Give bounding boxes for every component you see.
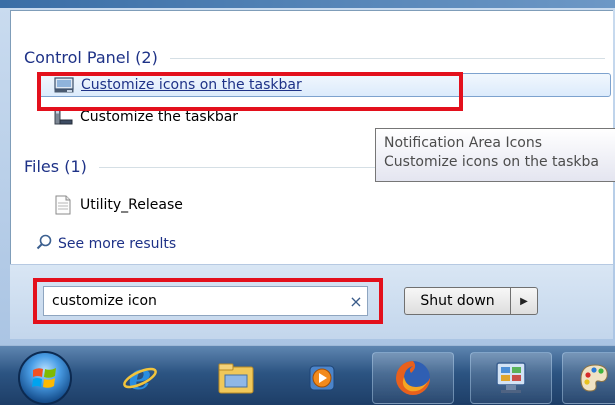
search-input[interactable] bbox=[44, 287, 345, 315]
control-panel-icon bbox=[496, 362, 526, 393]
result-utility-release[interactable]: Utility_Release bbox=[36, 193, 183, 217]
clear-search-icon[interactable]: × bbox=[345, 292, 367, 311]
magnifier-icon bbox=[36, 234, 52, 254]
shutdown-options-arrow-icon[interactable]: ▶ bbox=[510, 287, 538, 315]
taskbar-control-panel[interactable] bbox=[470, 352, 552, 404]
taskbar-settings-icon bbox=[52, 107, 74, 127]
result-label: Customize the taskbar bbox=[80, 109, 239, 125]
taskbar-paint[interactable] bbox=[562, 352, 615, 404]
svg-text:e: e bbox=[129, 358, 152, 398]
tooltip-title: Notification Area Icons bbox=[384, 135, 543, 151]
taskbar-firefox[interactable] bbox=[372, 352, 454, 404]
notification-area-icon bbox=[53, 75, 75, 95]
taskbar-internet-explorer[interactable]: e bbox=[108, 352, 172, 404]
windows-start-orb[interactable] bbox=[18, 351, 72, 405]
tooltip-description: Customize icons on the taskba bbox=[384, 154, 599, 170]
group-title: Control Panel (2) bbox=[24, 47, 158, 67]
see-more-label: See more results bbox=[58, 236, 177, 252]
text-file-icon bbox=[52, 195, 74, 215]
group-header-control-panel: Control Panel (2) bbox=[24, 46, 605, 68]
windows-logo-icon bbox=[32, 368, 56, 388]
internet-explorer-icon: e bbox=[123, 358, 157, 398]
firefox-icon bbox=[396, 361, 430, 395]
shutdown-control: Shut down ▶ bbox=[404, 287, 538, 315]
result-customize-the-taskbar[interactable]: Customize the taskbar bbox=[36, 105, 238, 129]
group-divider bbox=[169, 57, 605, 59]
shutdown-button[interactable]: Shut down bbox=[404, 287, 510, 315]
result-label: Utility_Release bbox=[80, 197, 183, 213]
result-customize-icons-on-taskbar[interactable]: Customize icons on the taskbar bbox=[38, 73, 611, 97]
media-player-icon bbox=[309, 365, 335, 391]
result-label: Customize icons on the taskbar bbox=[81, 77, 302, 93]
tooltip: Notification Area Icons Customize icons … bbox=[375, 128, 615, 182]
taskbar-media-player[interactable] bbox=[290, 352, 354, 404]
taskbar-windows-explorer[interactable] bbox=[204, 352, 268, 404]
group-title: Files (1) bbox=[24, 156, 87, 176]
windows-explorer-icon bbox=[218, 363, 254, 394]
see-more-results-link[interactable]: See more results bbox=[36, 233, 176, 255]
paint-icon bbox=[580, 364, 608, 392]
start-search-box[interactable]: × bbox=[43, 286, 368, 316]
